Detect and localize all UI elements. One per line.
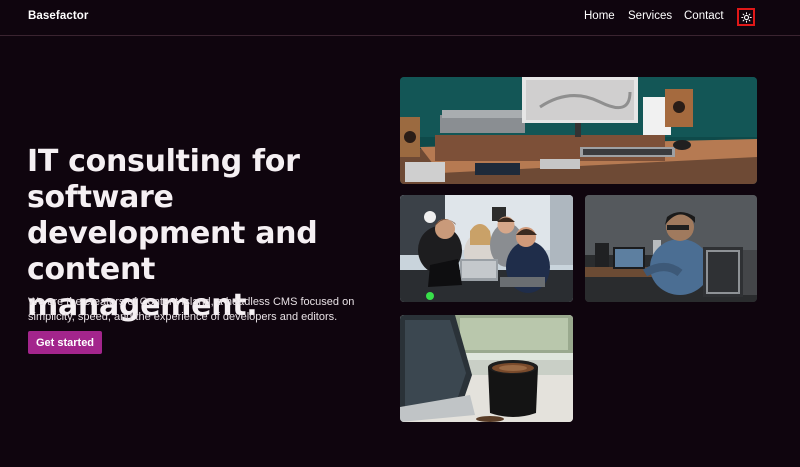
get-started-button[interactable]: Get started [28, 331, 102, 354]
nav-link-home[interactable]: Home [584, 10, 615, 22]
sun-icon [740, 11, 752, 23]
theme-toggle-button[interactable] [737, 8, 755, 26]
nav-link-contact[interactable]: Contact [684, 10, 724, 22]
team-meeting-photo [400, 195, 573, 302]
hero-description: We are the creators of Content Island, a… [28, 296, 355, 323]
desk-setup-photo [400, 77, 757, 184]
site-header: Basefactor Home Services Contact [0, 0, 800, 36]
brand-logo[interactable]: Basefactor [28, 10, 88, 22]
coffee-cup-photo [400, 315, 573, 422]
person-at-laptop-photo [585, 195, 757, 302]
nav-link-services[interactable]: Services [628, 10, 672, 22]
